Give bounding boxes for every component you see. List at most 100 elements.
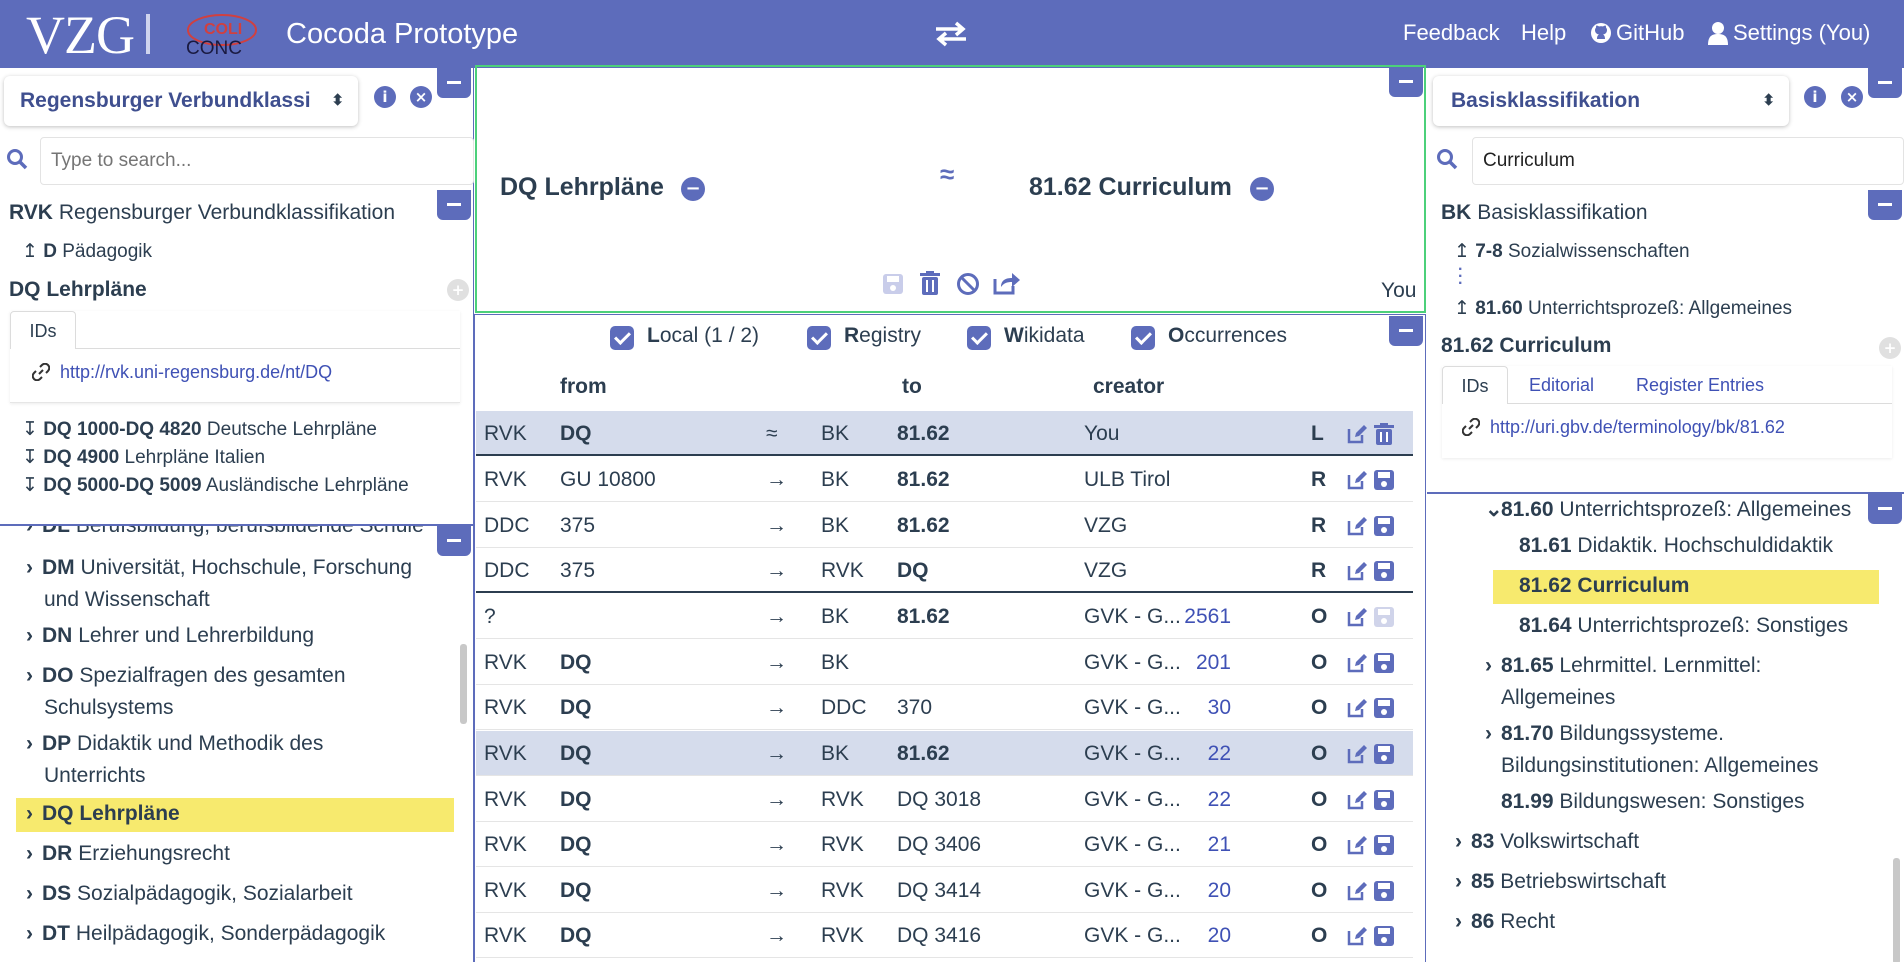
- close-icon[interactable]: ×: [1841, 86, 1863, 108]
- left-scheme-select[interactable]: Regensburger Verbundklassi ⬍: [4, 76, 358, 126]
- left-search-input[interactable]: [40, 137, 474, 185]
- ban-icon[interactable]: [956, 272, 980, 296]
- trash-icon[interactable]: [919, 271, 941, 295]
- narrower-item[interactable]: ↧ DQ 1000-DQ 4820 Deutsche Lehrpläne: [22, 416, 409, 444]
- tree-item-81-64[interactable]: 81.64 Unterrichtsprozeß: Sonstiges: [1519, 610, 1881, 642]
- tree-item-dr[interactable]: › DR Erziehungsrecht: [26, 838, 446, 870]
- user-icon[interactable]: [1708, 21, 1728, 45]
- minimize-right-scheme-button[interactable]: [1868, 68, 1902, 98]
- mapping-relation[interactable]: ≈: [940, 159, 954, 190]
- save-icon[interactable]: [1373, 789, 1395, 811]
- edit-icon[interactable]: [1346, 469, 1368, 491]
- add-to-list-icon[interactable]: +: [1879, 337, 1901, 359]
- tree-item-85[interactable]: › 85 Betriebswirtschaft: [1455, 866, 1855, 898]
- filter-local-checkbox[interactable]: [610, 326, 634, 350]
- tree-item-81-60[interactable]: ⌄81.60 Unterrichtsprozeß: Allgemeines: [1485, 494, 1885, 526]
- remove-source-icon[interactable]: −: [681, 177, 705, 201]
- mapping-row[interactable]: DDC 375 → RVK DQ VZG R: [476, 548, 1413, 593]
- minimize-right-concept-button[interactable]: [1868, 190, 1902, 220]
- save-icon[interactable]: [1373, 880, 1395, 902]
- filter-occurrences-checkbox[interactable]: [1131, 326, 1155, 350]
- tree-item-83[interactable]: › 83 Volkswirtschaft: [1455, 826, 1855, 858]
- edit-icon[interactable]: [1346, 880, 1368, 902]
- ellipsis-vertical-icon[interactable]: · · ·: [1458, 262, 1463, 292]
- right-search-input[interactable]: [1472, 137, 1904, 185]
- close-icon[interactable]: ×: [410, 86, 432, 108]
- tab-register-entries[interactable]: Register Entries: [1636, 366, 1764, 404]
- mapping-row[interactable]: RVK DQ → RVK DQ 3018 GVK - G... 22 O: [476, 777, 1413, 822]
- tree-item-dt[interactable]: › DT Heilpädagogik, Sonderpädagogik: [26, 918, 446, 950]
- left-ancestor[interactable]: ↥ D Pädagogik: [22, 240, 152, 263]
- col-header-to[interactable]: to: [902, 375, 922, 399]
- occurrence-count[interactable]: 30: [1208, 685, 1231, 730]
- github-icon[interactable]: [1590, 22, 1612, 44]
- occurrence-count[interactable]: 2561: [1184, 594, 1231, 639]
- minimize-left-scheme-button[interactable]: [437, 68, 471, 98]
- right-scheme-select[interactable]: Basisklassifikation ⬍: [1433, 76, 1789, 126]
- save-icon[interactable]: [1373, 515, 1395, 537]
- edit-icon[interactable]: [1346, 789, 1368, 811]
- edit-icon[interactable]: [1346, 560, 1368, 582]
- tree-item-81-70[interactable]: › 81.70 Bildungssysteme. Bildungsinstituti…: [1485, 718, 1885, 782]
- edit-icon[interactable]: [1346, 606, 1368, 628]
- mapping-row[interactable]: RVK DQ → RVK DQ 3416 GVK - G... 20 O: [476, 913, 1413, 958]
- settings-link[interactable]: Settings (You): [1733, 20, 1870, 46]
- minimize-left-concept-button[interactable]: [437, 190, 471, 220]
- save-icon-disabled[interactable]: [1373, 606, 1395, 628]
- minimize-right-tree-button[interactable]: [1868, 494, 1902, 524]
- mapping-row[interactable]: RVK GU 10800 → BK 81.62 ULB Tirol R: [476, 457, 1413, 502]
- info-icon[interactable]: i: [374, 86, 396, 108]
- occurrence-count[interactable]: 21: [1208, 822, 1231, 867]
- trash-icon[interactable]: [1373, 423, 1395, 445]
- filter-wikidata-label[interactable]: Wikidata: [1004, 324, 1085, 348]
- github-link[interactable]: GitHub: [1616, 20, 1684, 46]
- mapping-row[interactable]: DDC 375 → BK 81.62 VZG R: [476, 503, 1413, 548]
- help-link[interactable]: Help: [1521, 20, 1566, 46]
- save-icon[interactable]: [1373, 925, 1395, 947]
- edit-icon[interactable]: [1346, 925, 1368, 947]
- tree-item-dm[interactable]: › DM Universität, Hochschule, Forschung un…: [26, 552, 446, 616]
- mapping-target[interactable]: 81.62 Curriculum: [1029, 173, 1232, 202]
- right-tree-scrollbar[interactable]: [1893, 858, 1900, 962]
- occurrence-count[interactable]: 22: [1208, 731, 1231, 776]
- save-icon[interactable]: [1373, 697, 1395, 719]
- exchange-arrows-icon[interactable]: [934, 20, 968, 48]
- occurrence-count[interactable]: 20: [1208, 868, 1231, 913]
- minimize-left-tree-button[interactable]: [437, 526, 471, 556]
- mapping-row[interactable]: RVK DQ ≈ BK 81.62 You L: [476, 411, 1413, 456]
- mapping-row[interactable]: RVK DQ → BK GVK - G... 201 O: [476, 640, 1413, 685]
- vzg-logo[interactable]: VZG: [26, 8, 135, 62]
- save-icon[interactable]: [1373, 560, 1395, 582]
- save-icon[interactable]: [1373, 652, 1395, 674]
- tab-ids[interactable]: IDs: [10, 311, 76, 349]
- col-header-creator[interactable]: creator: [1093, 375, 1164, 399]
- mapping-row[interactable]: ? → BK 81.62 GVK - G... 2561 O: [476, 594, 1413, 639]
- tree-item-86[interactable]: › 86 Recht: [1455, 906, 1855, 938]
- share-icon[interactable]: [993, 271, 1021, 295]
- narrower-item[interactable]: ↧ DQ 4900 Lehrpläne Italien: [22, 444, 409, 472]
- occurrence-count[interactable]: 22: [1208, 777, 1231, 822]
- filter-local-label[interactable]: Local (1 / 2): [647, 324, 759, 348]
- tree-item-81-62-selected[interactable]: 81.62 Curriculum: [1493, 570, 1879, 604]
- right-ancestor-1[interactable]: ↥ 7-8 Sozialwissenschaften: [1454, 240, 1690, 263]
- edit-icon[interactable]: [1346, 652, 1368, 674]
- minimize-mapping-editor-button[interactable]: [1389, 67, 1423, 97]
- filter-registry-checkbox[interactable]: [807, 326, 831, 350]
- save-icon[interactable]: [1373, 743, 1395, 765]
- right-concept-uri[interactable]: http://uri.gbv.de/terminology/bk/81.62: [1490, 417, 1785, 438]
- filter-occurrences-label[interactable]: Occurrences: [1168, 324, 1287, 348]
- tree-item-81-65[interactable]: › 81.65 Lehrmittel. Lernmittel: Allgemeine…: [1485, 650, 1885, 714]
- filter-wikidata-checkbox[interactable]: [967, 326, 991, 350]
- right-ancestor-2[interactable]: ↥ 81.60 Unterrichtsprozeß: Allgemeines: [1454, 297, 1792, 320]
- tree-item-dn[interactable]: › DN Lehrer und Lehrerbildung: [26, 620, 446, 652]
- tree-item-do[interactable]: › DO Spezialfragen des gesamten Schulsyste…: [26, 660, 446, 724]
- mapping-source[interactable]: DQ Lehrpläne: [500, 173, 664, 202]
- left-concept-uri[interactable]: http://rvk.uni-regensburg.de/nt/DQ: [60, 362, 332, 383]
- minimize-mapping-browser-button[interactable]: [1389, 316, 1423, 346]
- left-tree-scrollbar[interactable]: [460, 644, 467, 724]
- edit-icon[interactable]: [1346, 697, 1368, 719]
- edit-icon[interactable]: [1346, 515, 1368, 537]
- tree-item-dl[interactable]: › DL Berufsbildung, berufsbildende Schule: [26, 526, 446, 542]
- save-icon-disabled[interactable]: [882, 273, 904, 295]
- mapping-row[interactable]: RVK DQ → BK 81.62 GVK - G... 22 O: [476, 731, 1413, 776]
